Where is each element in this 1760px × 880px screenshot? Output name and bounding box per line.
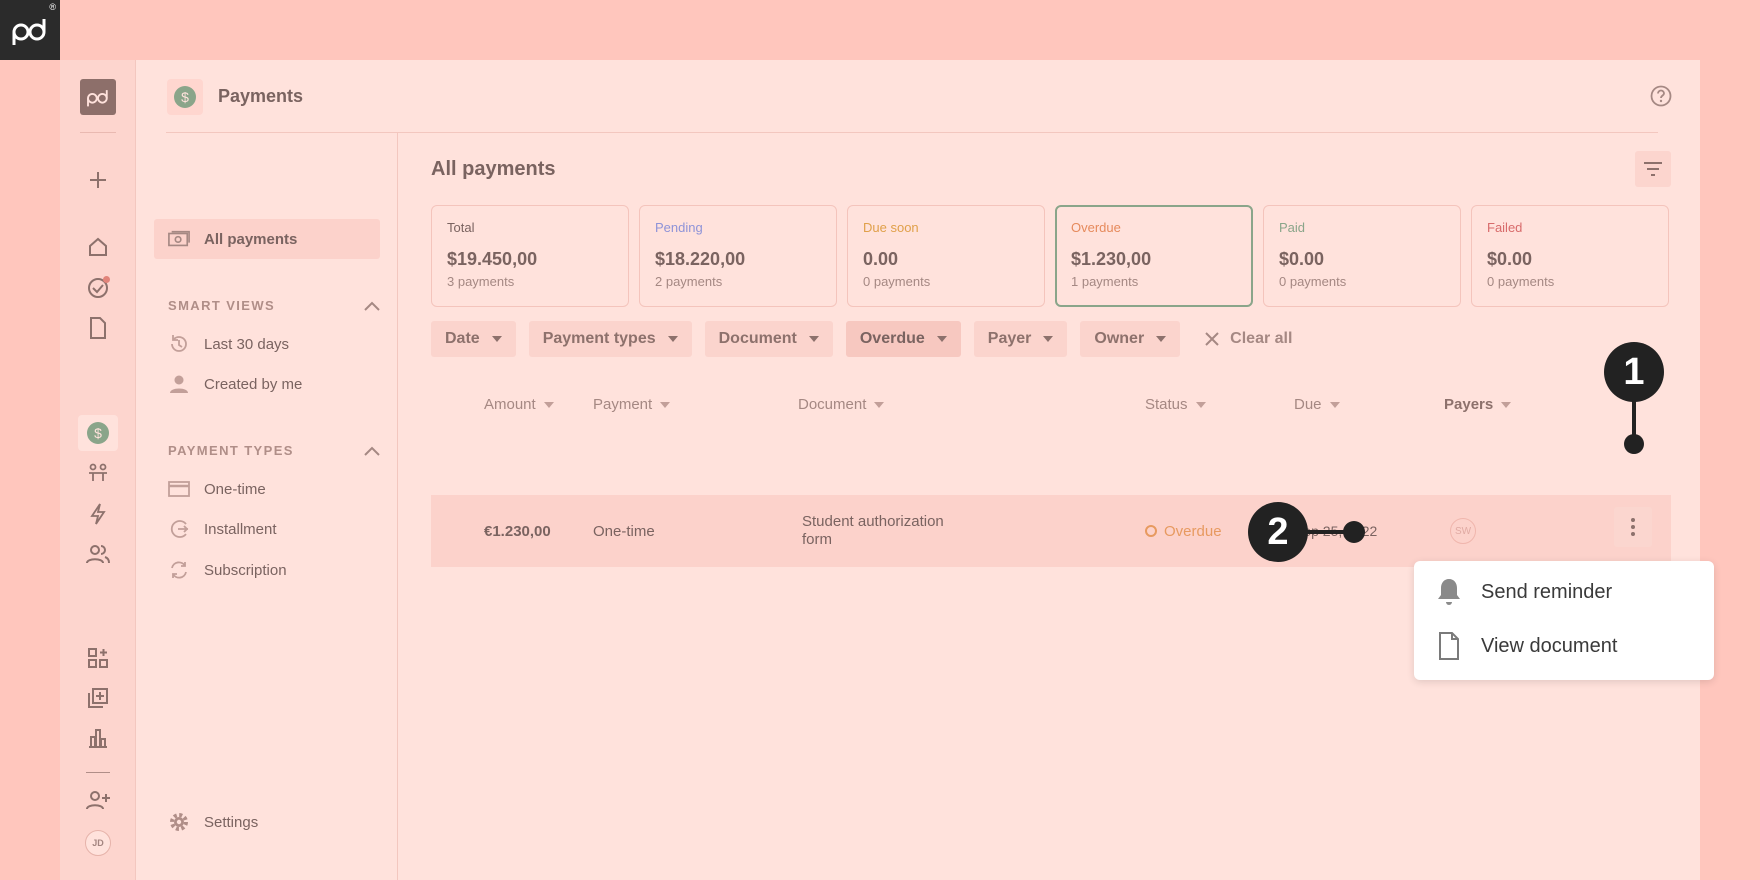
callout-marker-1: 1 bbox=[1604, 342, 1664, 402]
callout-marker-2: 2 bbox=[1248, 502, 1308, 562]
callout-connectors bbox=[1306, 400, 1644, 543]
